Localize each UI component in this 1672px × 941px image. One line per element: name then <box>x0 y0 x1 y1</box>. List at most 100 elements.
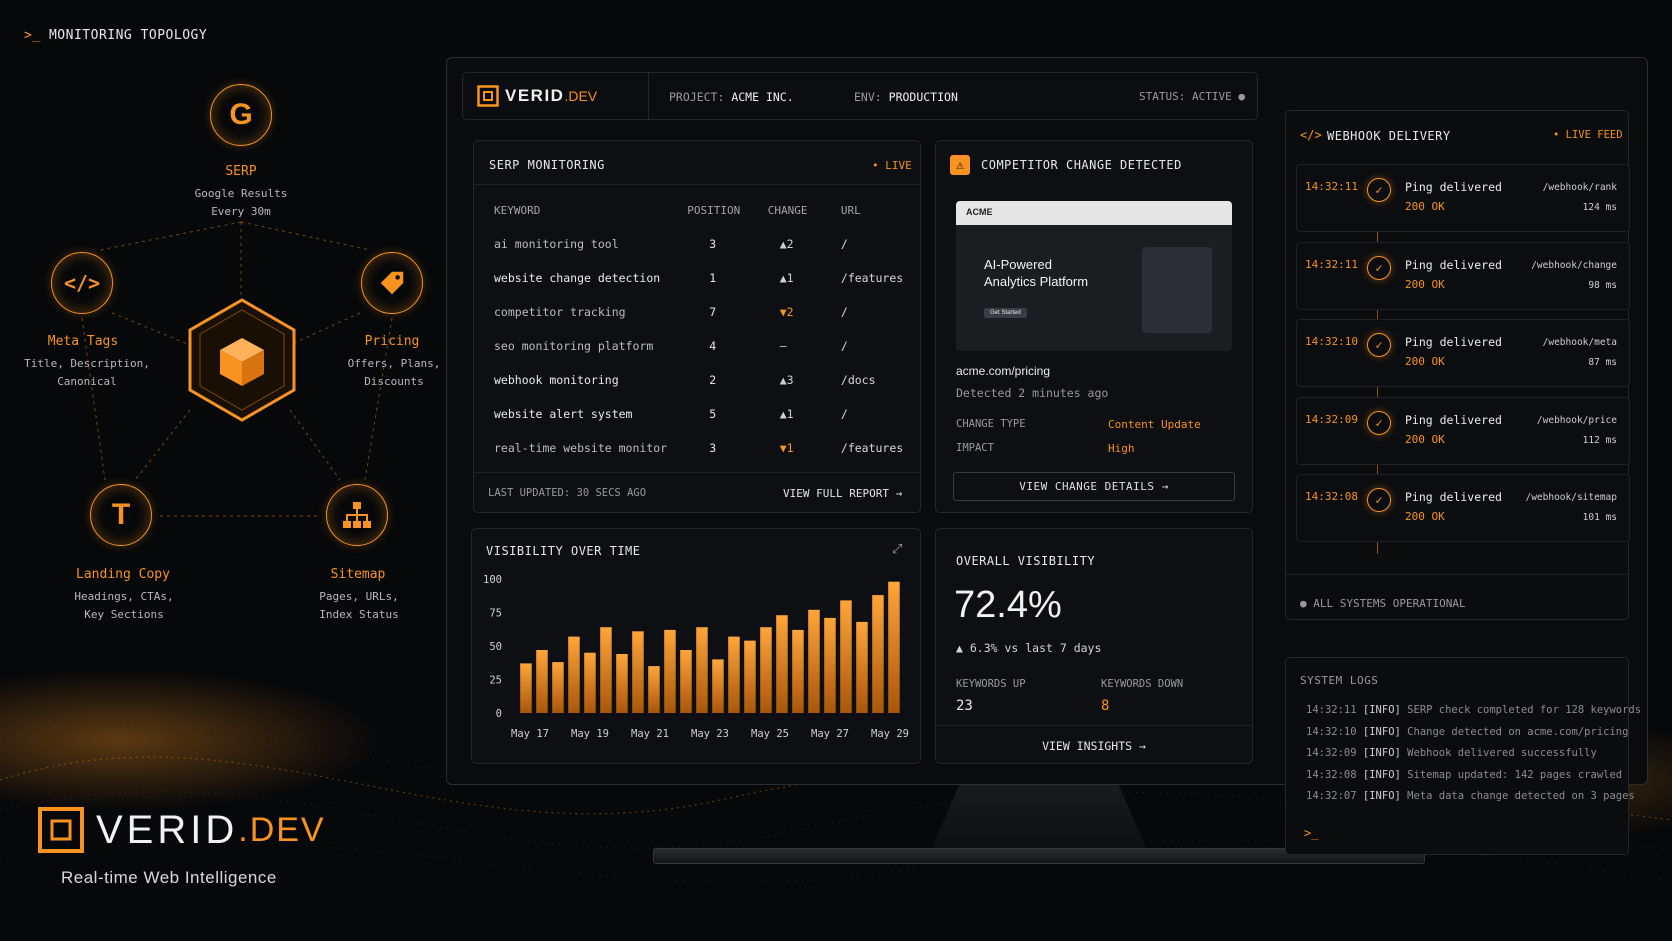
log-line: 14:32:10 [INFO] Change detected on acme.… <box>1306 726 1628 738</box>
y-tick-label: 100 <box>483 574 502 586</box>
serp-cell-url: /docs <box>840 373 876 387</box>
verid-logo-icon <box>38 807 84 853</box>
chart-bar <box>872 595 884 713</box>
landing-copy-node-line1: Headings, CTAs, <box>74 590 174 603</box>
header-logo[interactable]: VERID .DEV <box>477 85 597 107</box>
chart-bar <box>840 600 852 713</box>
log-level: [INFO] <box>1362 747 1401 759</box>
check-circle-icon: ✓ <box>1367 255 1391 280</box>
webhook-event-item[interactable]: 14:32:10 ✓ Ping delivered 200 OK/webhook/me… <box>1296 319 1630 387</box>
status-dot-icon: ● <box>1300 597 1307 610</box>
log-time: 14:32:10 <box>1306 725 1357 738</box>
chart-bar <box>696 627 708 713</box>
log-level: [INFO] <box>1362 704 1401 716</box>
check-circle-icon: ✓ <box>1367 410 1391 435</box>
view-insights-link[interactable]: VIEW INSIGHTS → <box>936 739 1252 753</box>
y-tick-label: 75 <box>489 608 502 620</box>
serp-table-header: KEYWORD POSITION CHANGE URL <box>494 193 920 227</box>
webhook-event-path: /webhook/change <box>1531 259 1617 271</box>
serp-cell-keyword: competitor tracking <box>494 305 626 319</box>
serp-cell-keyword: ai monitoring tool <box>494 237 619 251</box>
webhook-event-time: 14:32:11 <box>1305 180 1358 193</box>
serp-cell-position: 7 <box>709 305 717 319</box>
table-row[interactable]: website change detection 1 ▲1/features <box>494 261 920 295</box>
table-row[interactable]: webhook monitoring 2 ▲3/docs <box>494 363 920 397</box>
webhook-event-time: 14:32:08 <box>1305 490 1358 503</box>
webhook-event-label: Ping delivered <box>1405 335 1502 349</box>
serp-cell-change: — <box>779 339 787 353</box>
table-row[interactable]: website alert system 5 ▲1 / <box>494 397 920 431</box>
divider <box>474 472 920 473</box>
webhook-event-item[interactable]: 14:32:11 ✓ Ping delivered 200 OK/webhook/ra… <box>1296 164 1630 232</box>
chart-bar <box>520 663 532 713</box>
systems-status: ● ALL SYSTEMS OPERATIONAL <box>1300 597 1466 610</box>
overall-visibility-panel: OVERALL VISIBILITY 72.4% ▲ 6.3% vs last … <box>935 528 1253 764</box>
x-tick-label: May 29 <box>871 728 909 740</box>
sitemap-node[interactable] <box>326 484 388 546</box>
webhook-event-status: 200 OK <box>1405 432 1445 446</box>
serp-node-line1: Google Results <box>194 187 288 200</box>
serp-cell-url: / <box>840 339 848 353</box>
serp-cell-position: 4 <box>709 339 717 353</box>
serp-cell-url: / <box>840 305 848 319</box>
x-tick-label: May 23 <box>691 728 729 740</box>
webhook-live-badge: • LIVE FEED <box>1553 129 1623 141</box>
serp-cell-url: /features <box>840 441 904 455</box>
change-type-label: CHANGE TYPE <box>956 418 1026 430</box>
keywords-down-value: 8 <box>1101 698 1110 714</box>
table-row[interactable]: seo monitoring platform 4 — / <box>494 329 920 363</box>
competitor-url: acme.com/pricing <box>956 364 1051 378</box>
header-logo-name: VERID <box>505 86 565 105</box>
view-full-report-link[interactable]: VIEW FULL REPORT → <box>783 487 902 500</box>
webhook-event-label: Ping delivered <box>1405 257 1502 272</box>
preview-headline-1: AI-Powered <box>984 257 1052 272</box>
competitor-page-preview[interactable]: ACME AI-Powered Analytics Platform Get S… <box>956 201 1232 351</box>
serp-cell-change: ▼2 <box>779 305 794 319</box>
webhook-event-label: Ping delivered <box>1405 490 1502 504</box>
sitemap-node-title: Sitemap <box>330 567 386 582</box>
overall-visibility-title: OVERALL VISIBILITY <box>956 554 1096 568</box>
pricing-node[interactable] <box>361 252 423 314</box>
check-circle-icon: ✓ <box>1367 178 1391 202</box>
system-logs-panel: SYSTEM LOGS 14:32:11 [INFO] SERP check c… <box>1285 657 1641 855</box>
webhook-event-item[interactable]: 14:32:09 ✓ Ping delivered 200 OK/webhook/pr… <box>1296 396 1630 465</box>
log-line: 14:32:07 [INFO] Meta data change detecte… <box>1306 790 1635 802</box>
chart-bar <box>824 617 836 713</box>
table-row[interactable]: real-time website monitor 3 ▼1/features <box>494 431 920 465</box>
chart-bar <box>680 650 692 713</box>
chart-bar <box>664 629 676 713</box>
column-header-keyword: KEYWORD <box>494 203 541 217</box>
table-row[interactable]: ai monitoring tool 3 ▲2 / <box>494 227 920 261</box>
landing-copy-node[interactable]: T <box>90 484 152 546</box>
preview-side-card <box>1142 247 1212 333</box>
meta-tags-node-line1: Title, Description, <box>24 357 150 370</box>
log-message: Sitemap updated: 142 pages crawled <box>1407 768 1623 781</box>
code-icon: </> <box>1300 128 1322 142</box>
webhook-event-status: 200 OK <box>1405 510 1445 523</box>
expand-icon[interactable]: ⤢ <box>892 542 902 557</box>
serp-cell-url: /features <box>840 271 904 285</box>
serp-node-line2: Every 30m <box>211 205 271 218</box>
chart-bar <box>648 666 660 713</box>
meta-tags-node[interactable]: </> <box>51 252 113 314</box>
webhook-panel-title: WEBHOOK DELIVERY <box>1327 129 1451 143</box>
visibility-chart-title: VISIBILITY OVER TIME <box>486 544 641 558</box>
webhook-event-item[interactable]: 14:32:08 ✓ Ping delivered 200 OK/webhook/si… <box>1296 474 1630 542</box>
google-g-icon: G <box>229 98 253 131</box>
serp-node[interactable]: G <box>210 84 272 146</box>
webhook-event-time: 14:32:10 <box>1305 335 1358 348</box>
brand-tagline: Real-time Web Intelligence <box>61 868 277 887</box>
view-change-details-button[interactable]: VIEW CHANGE DETAILS → <box>953 472 1235 501</box>
serp-cell-position: 3 <box>709 237 717 251</box>
meta-tags-node-line2: Canonical <box>57 375 117 388</box>
dashboard-header: VERID .DEV PROJECT: ACME INC. ENV: PRODUC… <box>462 72 1258 120</box>
serp-cell-keyword: real-time website monitor <box>494 441 668 455</box>
webhook-event-item[interactable]: 14:32:11 ✓ Ping delivered 200 OK/webhook/ch… <box>1296 241 1630 310</box>
serp-cell-change: ▲1 <box>779 271 794 285</box>
log-message: Change detected on acme.com/pricing <box>1407 725 1629 738</box>
serp-cell-url: / <box>840 407 848 421</box>
preview-brand: ACME <box>966 207 993 217</box>
change-type-value: Content Update <box>1108 418 1201 431</box>
log-line: 14:32:09 [INFO] Webhook delivered succes… <box>1306 747 1597 759</box>
table-row[interactable]: competitor tracking 7 ▼2 / <box>494 295 920 329</box>
